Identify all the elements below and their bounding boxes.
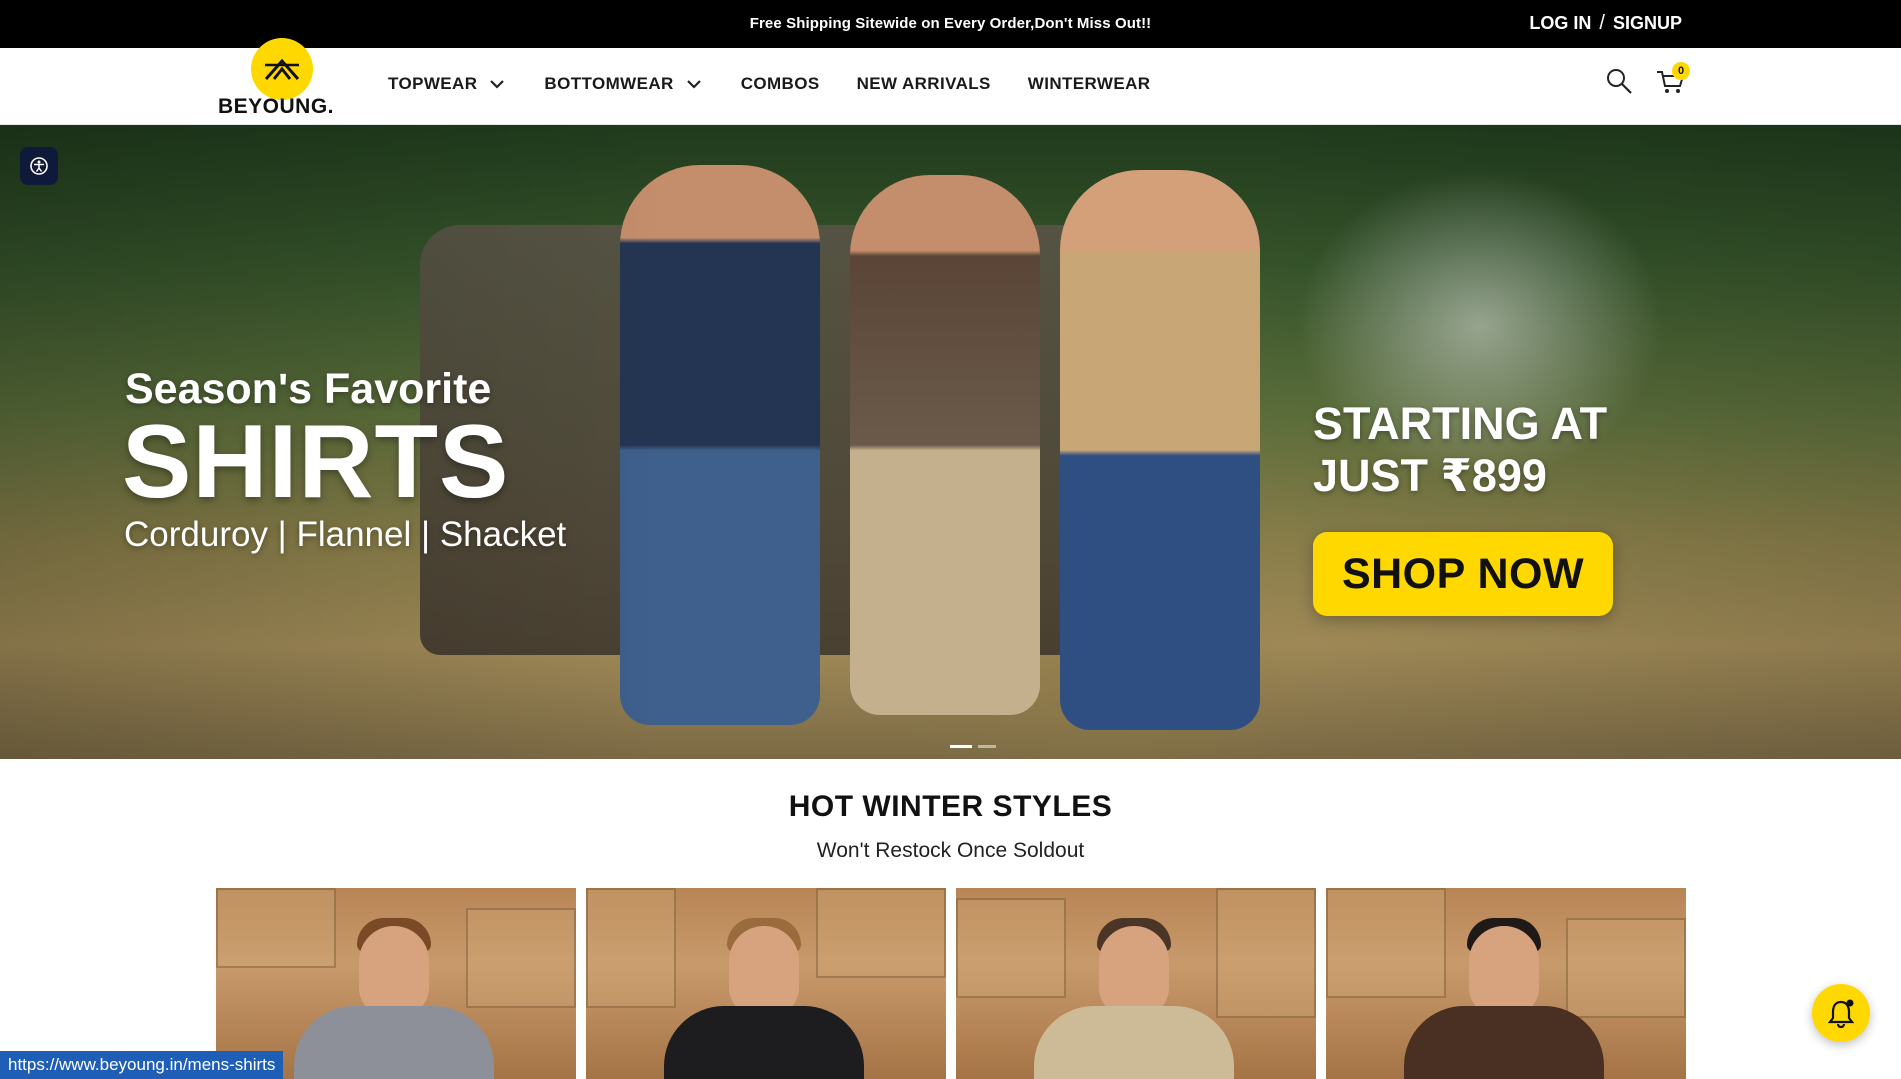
product-card[interactable] xyxy=(956,888,1316,1079)
shop-now-button[interactable]: SHOP NOW xyxy=(1313,532,1613,616)
backdrop-box xyxy=(466,908,576,1008)
model-shacket xyxy=(1034,1006,1234,1079)
model-shirt xyxy=(1404,1006,1604,1079)
section-subtitle: Won't Restock Once Soldout xyxy=(816,839,1085,862)
nav-combos[interactable]: COMBOS xyxy=(741,72,820,96)
nav-new-arrivals[interactable]: NEW ARRIVALS xyxy=(857,72,991,96)
model-face xyxy=(729,926,799,1016)
backdrop-box xyxy=(956,898,1066,998)
nav-combos-label: COMBOS xyxy=(740,74,820,93)
backdrop-box xyxy=(1216,888,1316,1018)
auth-links: LOG IN / SIGNUP xyxy=(1529,12,1682,35)
bell-icon[interactable] xyxy=(1812,984,1870,1042)
backdrop-box xyxy=(1326,888,1446,998)
backdrop-box xyxy=(216,888,336,968)
chevron-down-icon xyxy=(684,74,704,94)
main-nav: TOPWEAR BOTTOMWEAR COMBOS NEW ARRIVALS W… xyxy=(388,72,1187,96)
section-title: HOT WINTER STYLES xyxy=(788,790,1113,823)
search-icon[interactable] xyxy=(1605,67,1633,95)
backdrop-box xyxy=(586,888,676,1008)
carousel-indicators xyxy=(950,745,996,748)
nav-bottomwear-label: BOTTOMWEAR xyxy=(544,74,674,93)
brand-logo[interactable]: BEYOUNG. xyxy=(218,10,348,118)
signup-link[interactable]: SIGNUP xyxy=(1613,13,1682,34)
accessibility-icon[interactable] xyxy=(20,147,58,185)
hero-banner[interactable]: Season's Favorite SHIRTS Corduroy | Flan… xyxy=(0,125,1901,759)
product-grid xyxy=(216,888,1686,1079)
model-face xyxy=(1099,926,1169,1016)
carousel-dot[interactable] xyxy=(978,745,996,748)
nav-topwear-label: TOPWEAR xyxy=(388,74,478,93)
nav-bottomwear[interactable]: BOTTOMWEAR xyxy=(544,72,703,96)
carousel-dot[interactable] xyxy=(950,745,972,748)
backdrop-box xyxy=(816,888,946,978)
hero-price-line1: STARTING AT xyxy=(1313,398,1608,449)
status-url: https://www.beyoung.in/mens-shirts xyxy=(0,1051,284,1079)
hero-subline: Corduroy | Flannel | Shacket xyxy=(124,515,567,554)
cart-count-badge: 0 xyxy=(1672,62,1690,80)
logo-tent-icon xyxy=(251,38,313,100)
model-jacket xyxy=(664,1006,864,1079)
product-card[interactable] xyxy=(1326,888,1686,1079)
site-header: BEYOUNG. TOPWEAR BOTTOMWEAR COMBOS NEW A… xyxy=(0,38,1901,125)
nav-winterwear[interactable]: WINTERWEAR xyxy=(1028,72,1151,96)
nav-new-arrivals-label: NEW ARRIVALS xyxy=(856,74,991,93)
hero-price-line2: JUST ₹899 xyxy=(1313,450,1547,501)
chevron-down-icon xyxy=(487,74,507,94)
model-hoodie xyxy=(294,1006,494,1079)
model-face xyxy=(1469,926,1539,1016)
login-link[interactable]: LOG IN xyxy=(1529,13,1591,34)
auth-separator: / xyxy=(1599,12,1605,34)
nav-winterwear-label: WINTERWEAR xyxy=(1027,74,1151,93)
product-card[interactable] xyxy=(586,888,946,1079)
hero-headline: SHIRTS xyxy=(122,404,510,520)
brand-name: BEYOUNG. xyxy=(218,95,335,118)
nav-topwear[interactable]: TOPWEAR xyxy=(388,72,507,96)
hero-price: STARTING AT JUST ₹899 xyxy=(1313,398,1607,502)
model-face xyxy=(359,926,429,1016)
backdrop-box xyxy=(1566,918,1686,1018)
